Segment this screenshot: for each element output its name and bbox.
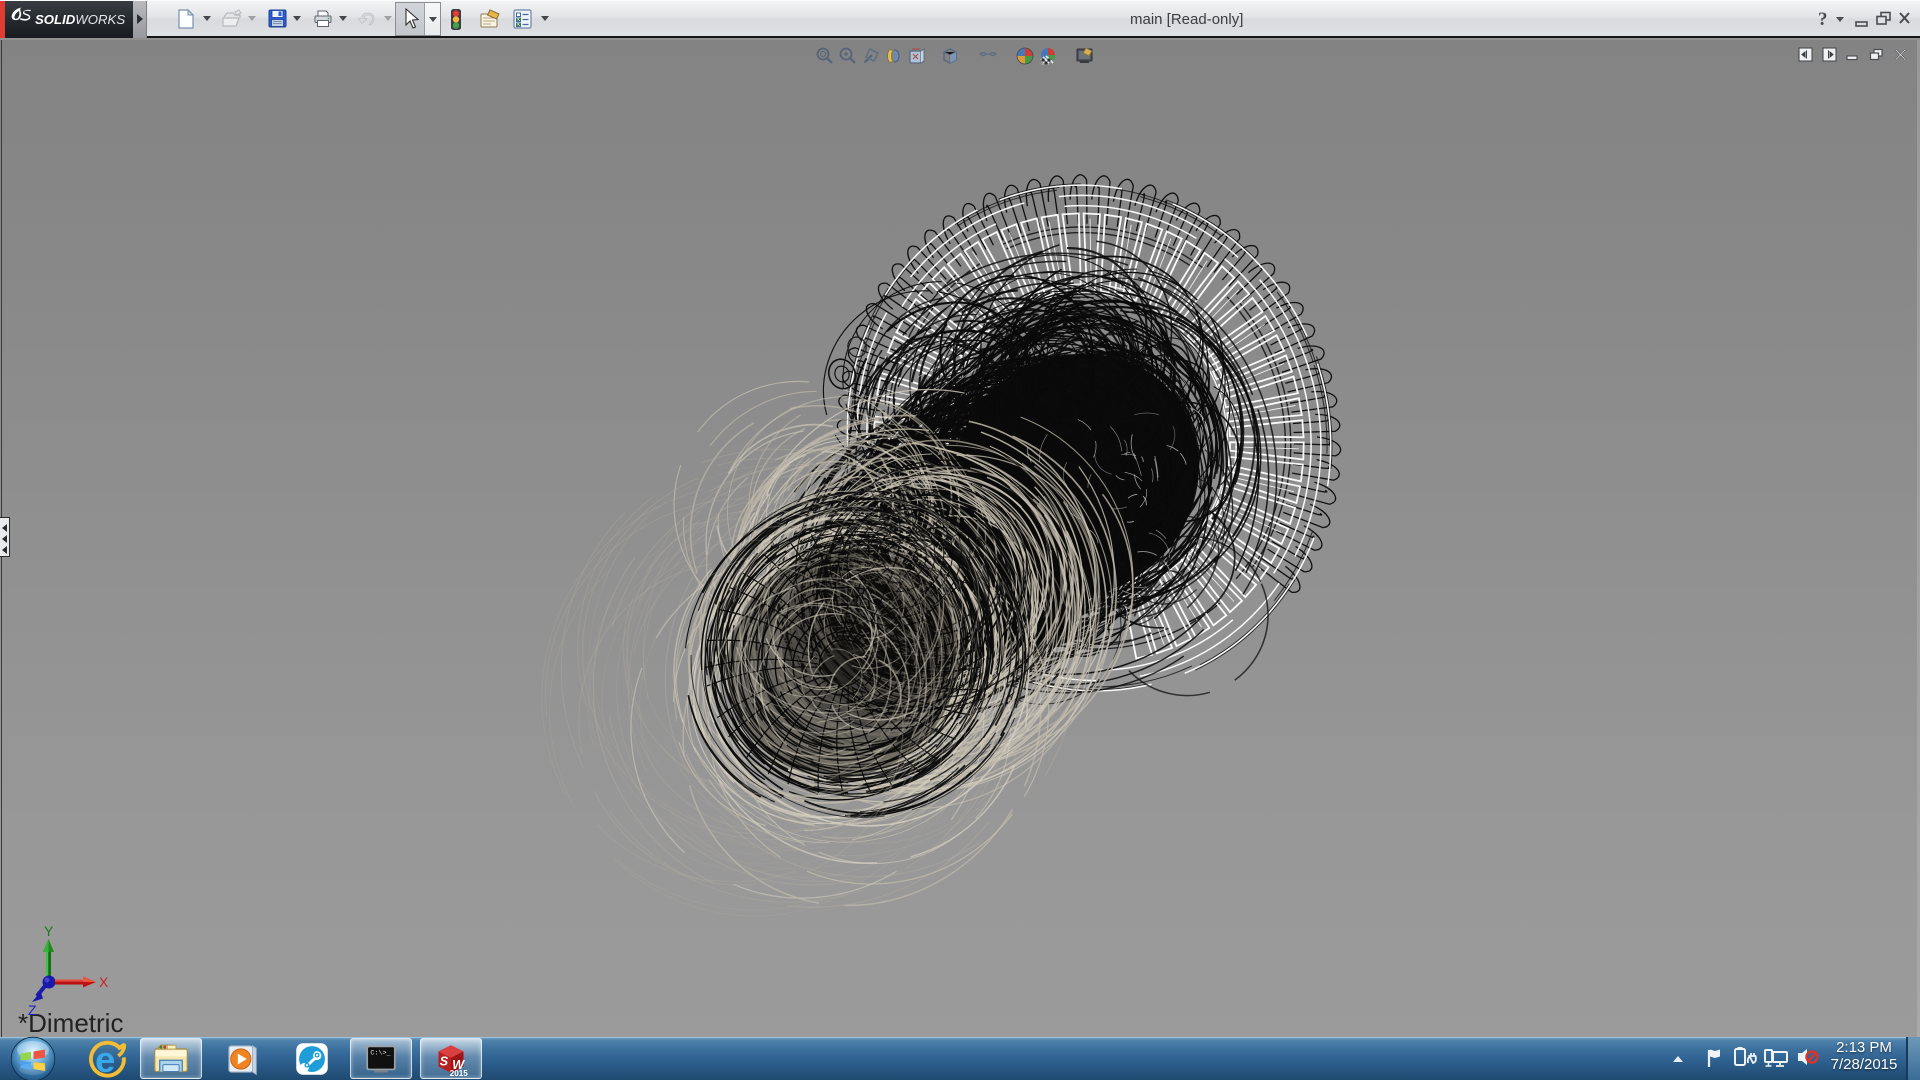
svg-text:?: ? <box>1818 9 1828 30</box>
svg-text:S: S <box>440 1054 449 1068</box>
svg-text:C:\>_: C:\>_ <box>370 1049 391 1057</box>
svg-text:2015: 2015 <box>450 1068 469 1077</box>
svg-text:X: X <box>99 974 109 990</box>
svg-text:SOLIDWORKS: SOLIDWORKS <box>35 12 125 27</box>
svg-text:Y: Y <box>44 925 54 939</box>
svg-text:Z: Z <box>28 1002 37 1018</box>
